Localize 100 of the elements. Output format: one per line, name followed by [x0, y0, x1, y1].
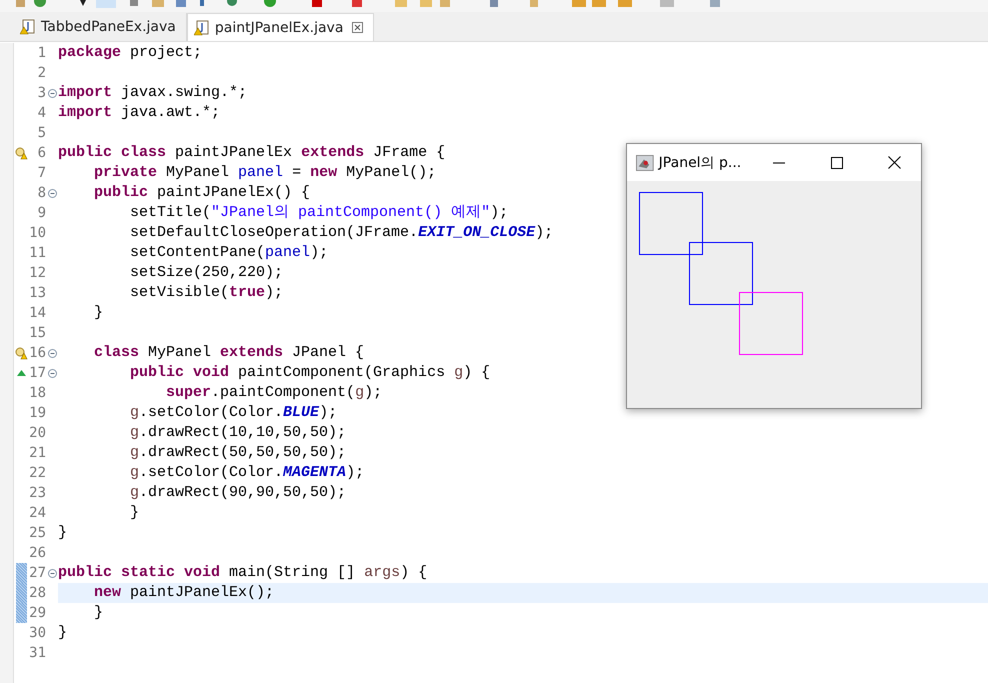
window-title: JPanel의 p... [658, 154, 742, 172]
parameter-name: args [364, 564, 400, 581]
keyword: extends [301, 144, 364, 161]
string-literal: "JPanel의 paintComponent() 예제" [211, 204, 490, 221]
line-number: 17 [28, 364, 46, 383]
close-icon[interactable] [352, 22, 364, 33]
code-text: ); [490, 204, 508, 221]
editor-tab[interactable]: TabbedPaneEx.java [14, 13, 187, 41]
keyword: public [93, 184, 148, 201]
maximize-icon [830, 156, 842, 168]
line-number: 13 [28, 284, 46, 303]
line-number: 8 [36, 184, 46, 203]
code-text: paintJPanelEx() { [156, 184, 310, 201]
parameter-name: g [129, 484, 140, 501]
parameter-name: g [129, 404, 140, 421]
line-number: 16 [28, 344, 46, 363]
code-text: paintJPanelEx [174, 144, 294, 161]
code-text: } [129, 504, 140, 521]
parameter-name: g [129, 424, 140, 441]
line-number: 12 [28, 264, 46, 283]
code-text: setDefaultCloseOperation(JFrame. [129, 224, 418, 241]
line-number: 23 [28, 484, 46, 503]
parameter-name: g [129, 464, 140, 481]
line-number: 7 [36, 164, 46, 183]
code-text: } [93, 304, 104, 321]
line-number: 15 [28, 324, 46, 343]
line-number: 31 [28, 644, 46, 663]
code-text: MyPanel [165, 164, 230, 181]
line-number: 24 [28, 504, 46, 523]
line-number: 6 [36, 144, 46, 163]
code-text: ); [319, 404, 338, 421]
code-text: ) { [400, 564, 428, 581]
code-text: .setColor(Color. [139, 404, 284, 421]
line-number: 25 [28, 524, 46, 543]
keyword: new [93, 584, 122, 601]
line-number: 21 [28, 444, 46, 463]
code-text: .setColor(Color. [139, 464, 284, 481]
code-text: .drawRect(50,50,50,50); [139, 444, 346, 461]
code-text: paintJPanelEx(); [129, 584, 274, 601]
keyword: extends [220, 344, 284, 361]
code-text: setContentPane( [129, 244, 266, 261]
constant-name: MAGENTA [283, 464, 346, 481]
parameter-name: g [355, 384, 364, 401]
keyword: import [58, 104, 112, 121]
line-number: 20 [28, 424, 46, 443]
java-file-icon [20, 19, 36, 35]
code-text: main(String [] [228, 564, 356, 581]
line-number: 9 [36, 204, 46, 223]
collapse-icon[interactable] [48, 568, 56, 578]
code-text: } [58, 624, 68, 641]
line-number: 11 [28, 244, 46, 263]
line-number: 19 [28, 404, 46, 423]
line-number: 29 [28, 604, 46, 623]
code-text: ); [346, 464, 364, 481]
line-number: 2 [36, 64, 46, 83]
minimize-icon [772, 162, 784, 164]
constant-name: EXIT_ON_CLOSE [418, 224, 536, 241]
line-number: 22 [28, 464, 46, 483]
code-text: MyPanel [147, 344, 212, 361]
line-number: 10 [28, 224, 46, 243]
code-text: .drawRect(90,90,50,50); [139, 484, 346, 501]
keyword: super [165, 384, 212, 401]
keyword: class [93, 344, 140, 361]
collapse-icon[interactable] [48, 88, 56, 98]
code-text: setTitle( [129, 204, 212, 221]
parameter-name: g [454, 364, 464, 381]
line-number: 5 [36, 124, 46, 143]
code-text: ) { [463, 364, 490, 381]
code-text: setSize(250,220); [129, 264, 284, 281]
line-number: 1 [36, 44, 46, 63]
keyword: public class [58, 144, 166, 161]
keyword: public static void [58, 564, 220, 581]
collapse-icon[interactable] [48, 348, 56, 358]
field-name: panel [238, 164, 284, 181]
collapse-icon[interactable] [48, 188, 56, 198]
parameter-name: g [129, 444, 140, 461]
field-name: panel [265, 244, 310, 261]
constant-name: BLUE [283, 404, 320, 421]
code-text: java.awt.*; [120, 104, 220, 121]
code-text: JFrame { [372, 144, 446, 161]
code-text: JPanel { [291, 344, 364, 361]
line-number: 3 [36, 84, 46, 103]
code-text: ); [265, 284, 284, 301]
code-text: } [58, 524, 68, 541]
java-file-icon [194, 20, 210, 36]
code-text: ); [310, 244, 328, 261]
keyword: package [58, 44, 122, 61]
code-text: javax.swing.*; [120, 84, 248, 101]
editor-tab[interactable]: paintJPanelEx.java [186, 13, 374, 41]
java-app-icon [636, 154, 654, 172]
line-number: 28 [28, 584, 46, 603]
code-text: MyPanel(); [345, 164, 436, 181]
code-text: ); [364, 384, 382, 401]
collapse-icon[interactable] [48, 368, 56, 378]
line-number: 26 [28, 544, 46, 563]
code-text: .drawRect(10,10,50,50); [139, 424, 346, 441]
line-number: 14 [28, 304, 46, 323]
code-text: .paintComponent( [211, 384, 356, 401]
keyword: public void [129, 364, 230, 381]
keyword: new [310, 164, 338, 181]
